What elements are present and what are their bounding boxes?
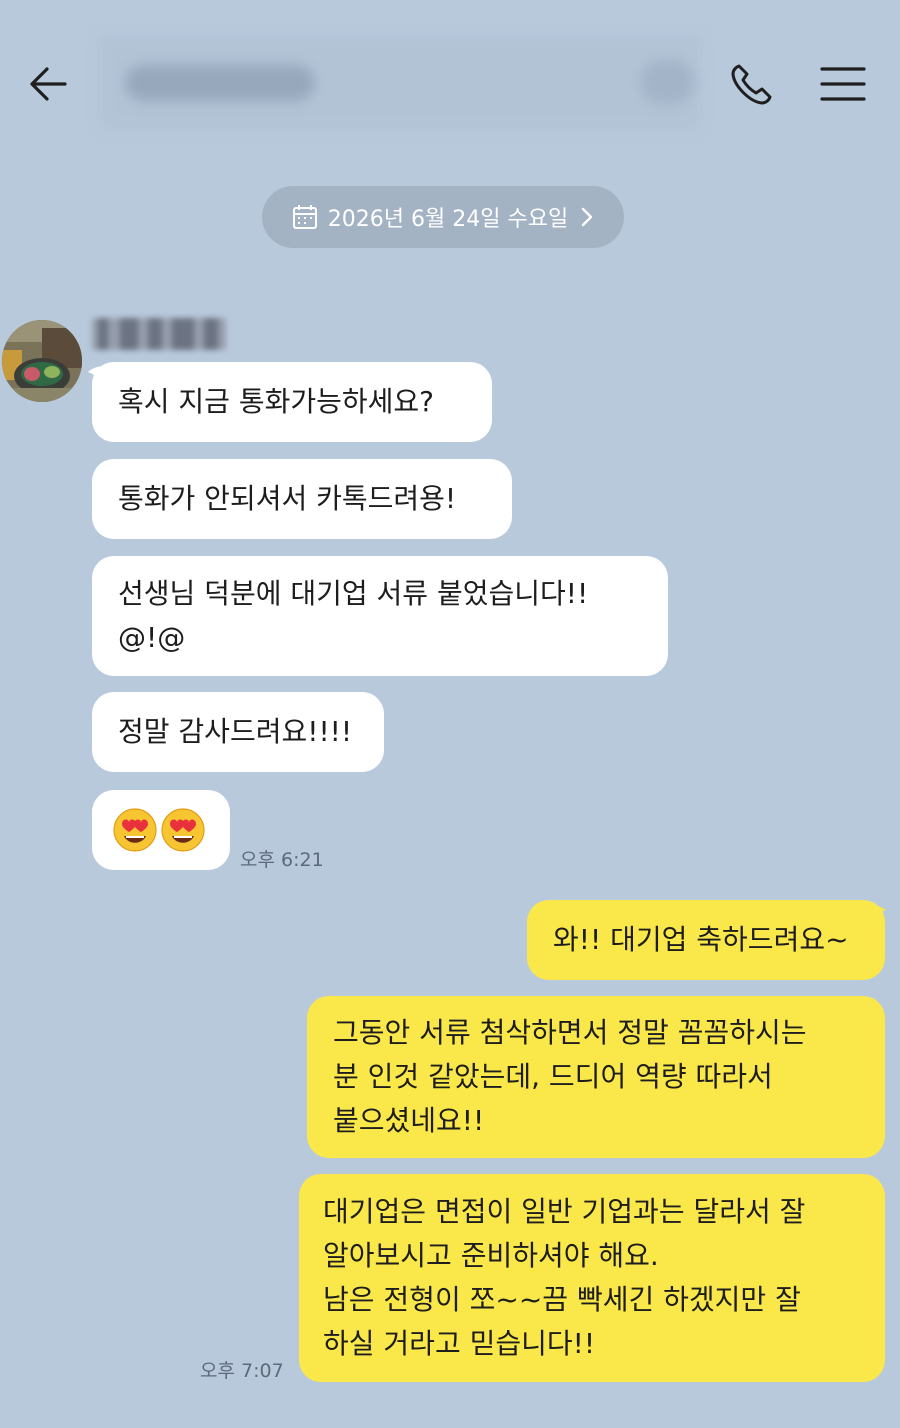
incoming-message[interactable]: 통화가 안되셔서 카톡드려용! <box>92 459 512 539</box>
chevron-right-icon <box>580 207 594 227</box>
outgoing-message[interactable]: 대기업은 면접이 일반 기업과는 달라서 잘 알아보시고 준비하셔야 해요. 남… <box>299 1174 885 1382</box>
outgoing-timestamp: 오후 7:07 <box>200 1360 284 1382</box>
chat-title <box>100 60 700 100</box>
phone-icon <box>731 64 772 105</box>
call-button[interactable] <box>722 56 782 112</box>
outgoing-message[interactable]: 그동안 서류 첨삭하면서 정말 꼼꼼하시는 분 인것 같았는데, 드디어 역량 … <box>307 996 885 1158</box>
date-divider[interactable]: 2026년 6월 24일 수요일 <box>262 186 624 248</box>
incoming-emoji-message[interactable] <box>92 790 230 870</box>
heart-eyes-emoji <box>112 807 206 853</box>
incoming-message[interactable]: 혹시 지금 통화가능하세요? <box>92 362 492 442</box>
incoming-timestamp: 오후 6:21 <box>240 849 324 871</box>
menu-button[interactable] <box>812 56 874 112</box>
chat-header <box>0 0 900 160</box>
back-arrow-icon <box>30 67 67 101</box>
avatar[interactable] <box>2 320 82 402</box>
sender-name <box>92 318 93 319</box>
calendar-icon <box>292 204 318 230</box>
sender-name-blurred <box>92 318 226 350</box>
date-label: 2026년 6월 24일 수요일 <box>327 207 569 232</box>
incoming-message[interactable]: 선생님 덕분에 대기업 서류 붙었습니다!! @!@ <box>92 556 668 676</box>
back-button[interactable] <box>22 58 74 110</box>
outgoing-message[interactable]: 와!! 대기업 축하드려요~ <box>527 900 885 980</box>
incoming-message[interactable]: 정말 감사드려요!!!! <box>92 692 384 772</box>
hamburger-menu-icon <box>820 67 866 101</box>
